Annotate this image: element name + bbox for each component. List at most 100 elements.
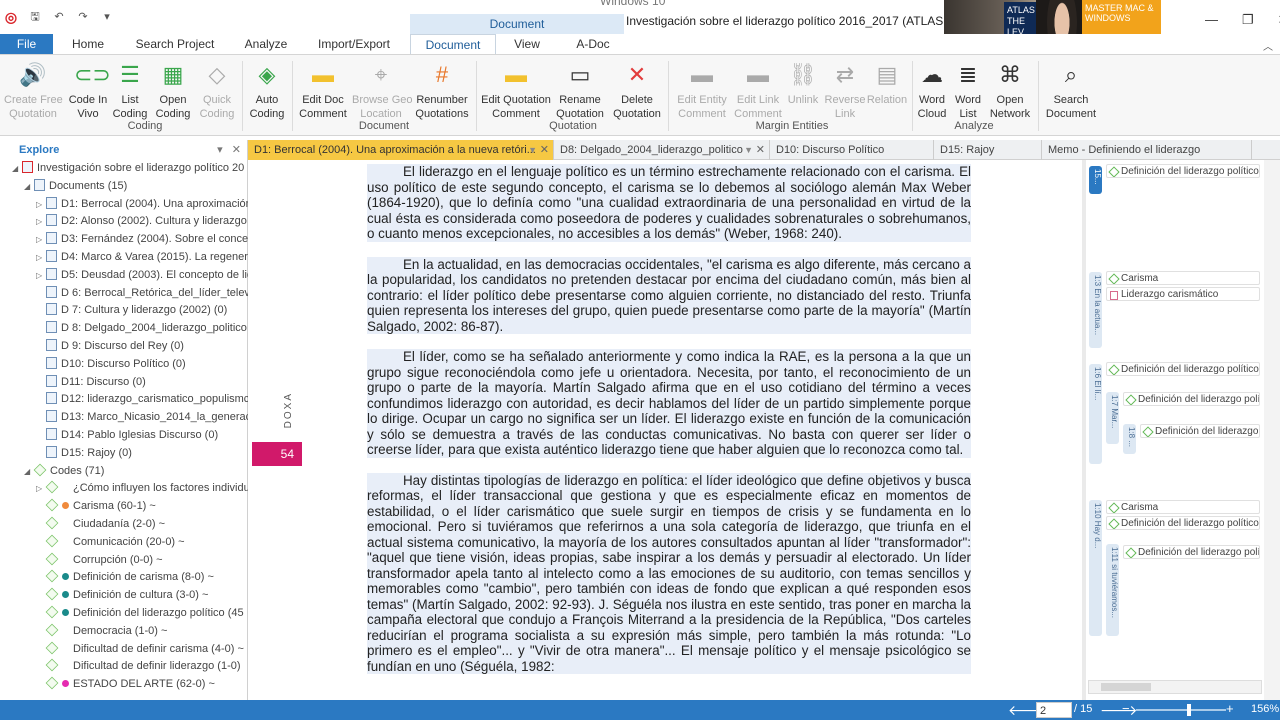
rename-quotation-button[interactable]: ▭ Rename Quotation xyxy=(554,59,606,121)
tree-document-item[interactable]: D10: Discurso Político (0) xyxy=(12,356,248,374)
expand-arrow-icon[interactable]: ▷ xyxy=(36,213,46,231)
quick-coding-button[interactable]: ◇ Quick Coding xyxy=(196,59,238,121)
tree-document-item[interactable]: D 6: Berrocal_Retórica_del_líder_televis xyxy=(12,285,248,303)
tree-code-item[interactable]: Dificultad de definir carisma (4-0) ~ xyxy=(12,641,248,659)
quotation-bar[interactable]: 1:11 si tuviéramos... xyxy=(1106,544,1119,636)
tree-document-item[interactable]: ▷ D3: Fernández (2004). Sobre el concep xyxy=(12,231,248,249)
tree-documents-folder[interactable]: ◢ Documents (15) xyxy=(12,178,248,196)
tree-document-item[interactable]: D13: Marco_Nicasio_2014_la_generaci xyxy=(12,409,248,427)
quotation-bar[interactable]: 1:10 Hay d... xyxy=(1089,500,1102,636)
tree-document-item[interactable]: D 8: Delgado_2004_liderazgo_politico xyxy=(12,320,248,338)
tree-document-item[interactable]: ▷ D2: Alonso (2002). Cultura y liderazgo xyxy=(12,213,248,231)
tab-analyze[interactable]: Analyze xyxy=(236,34,296,54)
tree-document-item[interactable]: ▷ D1: Berrocal (2004). Una aproximación xyxy=(12,196,248,214)
redo-icon[interactable]: ↷ xyxy=(76,10,90,24)
margin-code-tag[interactable]: Definición del liderazgo político xyxy=(1106,164,1260,178)
doc-tab-d1[interactable]: D1: Berrocal (2004). Una aproximación a … xyxy=(248,140,554,160)
undo-icon[interactable]: ↶ xyxy=(52,10,66,24)
margin-memo-tag[interactable]: Liderazgo carismático xyxy=(1106,287,1260,301)
edit-quotation-comment-button[interactable]: ▬ Edit Quotation Comment xyxy=(480,59,552,121)
code-in-vivo-button[interactable]: ⊂⊃ Code In Vivo xyxy=(66,59,111,121)
tree-code-item[interactable]: Definición del liderazgo político (45 xyxy=(12,605,248,623)
close-tab-icon[interactable]: ✕ xyxy=(756,140,765,160)
tree-document-item[interactable]: D14: Pablo Iglesias Discurso (0) xyxy=(12,427,248,445)
tree-document-item[interactable]: D12: liderazgo_carismatico_populismc xyxy=(12,391,248,409)
expand-arrow-icon[interactable]: ▷ xyxy=(36,196,46,214)
tab-view[interactable]: View xyxy=(504,34,550,54)
document-view[interactable]: El liderazgo en el lenguaje político es … xyxy=(252,160,1082,700)
reverse-link-button[interactable]: ⇄ Reverse Link xyxy=(824,59,866,121)
tab-file[interactable]: File xyxy=(0,34,53,54)
tree-code-item[interactable]: Dificultad de definir liderazgo (1-0) xyxy=(12,658,248,676)
tree-code-item[interactable]: ESTADO DEL ARTE (62-0) ~ xyxy=(12,676,248,694)
collapse-arrow-icon[interactable]: ◢ xyxy=(24,463,34,481)
tree-document-item[interactable]: D 9: Discurso del Rey (0) xyxy=(12,338,248,356)
auto-coding-button[interactable]: ◈ Auto Coding xyxy=(246,59,288,121)
unlink-button[interactable]: ⛓ Unlink xyxy=(784,59,822,107)
tree-code-item[interactable]: Corrupción (0-0) ~ xyxy=(12,552,248,570)
quotation-bar[interactable]: 1:7 Mar... xyxy=(1106,392,1119,444)
margin-code-tag[interactable]: Definición del liderazgo p xyxy=(1140,424,1260,438)
expand-arrow-icon[interactable]: ▷ xyxy=(36,480,46,498)
doc-tab-d10[interactable]: D10: Discurso Político xyxy=(770,140,934,160)
tab-dropdown-icon[interactable]: ▼ xyxy=(528,140,537,160)
browse-geo-location-button[interactable]: ⌖ Browse Geo Location xyxy=(352,59,413,121)
margin-code-tag[interactable]: Definición del liderazgo político xyxy=(1106,362,1260,376)
tree-code-item[interactable]: Definición de carisma (8-0) ~ xyxy=(12,569,248,587)
paragraph-4[interactable]: Hay distintas tipologías de liderazgo en… xyxy=(367,472,971,674)
document-page[interactable]: El liderazgo en el lenguaje político es … xyxy=(367,164,971,689)
open-network-button[interactable]: ⌘ Open Network xyxy=(986,59,1034,121)
tree-document-item[interactable]: D 7: Cultura y liderazgo (2002) (0) xyxy=(12,302,248,320)
tree-document-item[interactable]: D15: Rajoy (0) xyxy=(12,445,248,463)
word-cloud-button[interactable]: ☁ Word Cloud xyxy=(914,59,950,121)
margin-horizontal-scrollbar[interactable] xyxy=(1088,680,1262,694)
save-icon[interactable]: 🖫 xyxy=(28,10,42,24)
tab-a-doc[interactable]: A-Doc xyxy=(566,34,620,54)
tab-dropdown-icon[interactable]: ▼ xyxy=(744,140,753,160)
edit-link-comment-button[interactable]: ▬ Edit Link Comment xyxy=(734,59,782,121)
expand-arrow-icon[interactable]: ▷ xyxy=(36,249,46,267)
tree-code-item[interactable]: ▷ ¿Cómo influyen los factores individu xyxy=(12,480,248,498)
tree-code-item[interactable]: Definición de cultura (3-0) ~ xyxy=(12,587,248,605)
minimize-icon[interactable]: — xyxy=(1205,12,1218,28)
paragraph-1[interactable]: El liderazgo en el lenguaje político es … xyxy=(367,164,971,242)
tree-code-item[interactable]: Ciudadanía (2-0) ~ xyxy=(12,516,248,534)
margin-code-tag[interactable]: Carisma xyxy=(1106,500,1260,514)
zoom-in-icon[interactable]: + xyxy=(1226,701,1234,716)
tree-document-item[interactable]: ▷ D4: Marco & Varea (2015). La regener xyxy=(12,249,248,267)
open-coding-button[interactable]: ▦ Open Coding xyxy=(152,59,194,121)
tree-project-root[interactable]: ◢ Investigación sobre el liderazgo políti… xyxy=(12,160,248,178)
customize-toolbar-icon[interactable]: ▾ xyxy=(100,10,114,24)
doc-tab-d15[interactable]: D15: Rajoy xyxy=(934,140,1042,160)
zoom-out-icon[interactable]: − xyxy=(1122,701,1130,716)
edit-entity-comment-button[interactable]: ▬ Edit Entity Comment xyxy=(672,59,732,121)
margin-area[interactable]: 15... 1:3 En la actua... 1:6 El lí... 1:… xyxy=(1086,160,1264,700)
delete-quotation-button[interactable]: ✕ Delete Quotation xyxy=(610,59,664,121)
renumber-quotations-button[interactable]: # Renumber Quotations xyxy=(412,59,472,121)
tab-document[interactable]: Document xyxy=(410,34,496,54)
explore-panel-controls[interactable]: ▾ ✕ xyxy=(217,140,241,160)
tree-document-item[interactable]: D11: Discurso (0) xyxy=(12,374,248,392)
margin-scrollbar[interactable] xyxy=(1264,160,1280,700)
doc-tab-d8[interactable]: D8: Delgado_2004_liderazgo_politico ▼ ✕ xyxy=(554,140,770,160)
tree-code-item[interactable]: Carisma (60-1) ~ xyxy=(12,498,248,516)
tab-home[interactable]: Home xyxy=(58,34,118,54)
margin-code-tag[interactable]: Definición del liderazgo polít xyxy=(1123,545,1260,559)
tree-code-item[interactable]: Democracia (1-0) ~ xyxy=(12,623,248,641)
search-document-button[interactable]: ⌕ Search Document xyxy=(1042,59,1100,121)
relation-button[interactable]: ▤ Relation xyxy=(866,59,908,107)
tree-codes-folder[interactable]: ◢ Codes (71) xyxy=(12,463,248,481)
scrollbar-thumb[interactable] xyxy=(1101,683,1151,691)
edit-doc-comment-button[interactable]: ▬ Edit Doc Comment xyxy=(296,59,350,121)
tab-search-project[interactable]: Search Project xyxy=(130,34,220,54)
margin-code-tag[interactable]: Definición del liderazgo político xyxy=(1106,516,1260,530)
expand-arrow-icon[interactable]: ▷ xyxy=(36,231,46,249)
margin-code-tag[interactable]: Definición del liderazgo polít xyxy=(1123,392,1260,406)
collapse-ribbon-icon[interactable]: ︿ xyxy=(1263,38,1273,53)
next-page-icon[interactable]: 🡒 xyxy=(1100,702,1138,719)
tab-import-export[interactable]: Import/Export xyxy=(312,34,396,54)
page-number-input[interactable]: 2 xyxy=(1036,702,1072,718)
tree-code-item[interactable]: Comunicación (20-0) ~ xyxy=(12,534,248,552)
tree-document-item[interactable]: ▷ D5: Deusdad (2003). El concepto de lic xyxy=(12,267,248,285)
zoom-slider-thumb[interactable] xyxy=(1187,704,1191,716)
